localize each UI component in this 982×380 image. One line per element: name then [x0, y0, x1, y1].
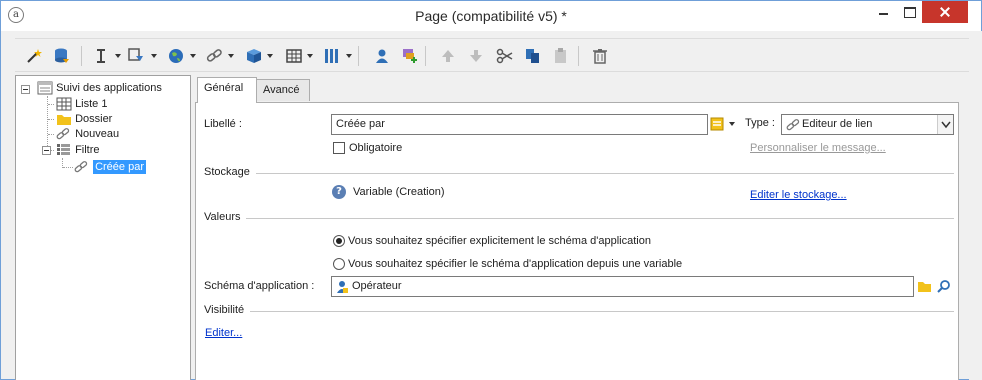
tree-item-label: Liste 1: [75, 98, 108, 110]
schema-value: Opérateur: [352, 280, 402, 292]
obligatoire-label: Obligatoire: [349, 142, 403, 154]
title-bar: a Page (compatibilité v5) *: [1, 1, 981, 31]
tree-item-label: Nouveau: [75, 128, 120, 140]
folder-icon: [57, 115, 71, 125]
chevron-down-icon[interactable]: [937, 115, 953, 134]
chevron-down-icon[interactable]: [307, 54, 313, 58]
minimize-button[interactable]: [870, 1, 896, 23]
help-icon: ?: [332, 185, 346, 199]
editer-link[interactable]: Editer...: [205, 327, 242, 339]
chevron-down-icon[interactable]: [228, 54, 234, 58]
radio-explicit-label: Vous souhaitez spécifier explicitement l…: [348, 235, 651, 247]
tree-item-root[interactable]: Suivi des applications: [37, 81, 162, 95]
box-icon[interactable]: [245, 47, 263, 65]
filter-list-icon: [57, 144, 70, 155]
add-image-icon[interactable]: [401, 47, 419, 65]
radio-variable-label: Vous souhaitez spécifier le schéma d'app…: [348, 258, 683, 270]
valeurs-section: Valeurs: [204, 211, 954, 223]
tree-item-label: Créée par: [93, 160, 146, 174]
insert-text-icon[interactable]: [93, 47, 111, 65]
visibilite-section: Visibilité: [204, 304, 954, 316]
section-title: Visibilité: [204, 304, 245, 316]
folder-icon[interactable]: [917, 280, 931, 292]
type-select[interactable]: Editeur de lien: [781, 114, 954, 135]
schema-label: Schéma d'application :: [204, 280, 315, 292]
link-icon: [56, 128, 70, 140]
tree-item-label: Filtre: [75, 144, 100, 156]
chevron-down-icon[interactable]: [346, 54, 352, 58]
grid-icon: [56, 97, 72, 111]
text-format-icon[interactable]: [710, 117, 724, 131]
obligatoire-checkbox[interactable]: [333, 142, 345, 154]
globe-icon[interactable]: [167, 47, 185, 65]
toolbar: [15, 38, 969, 72]
database-icon[interactable]: [53, 47, 71, 65]
chevron-down-icon[interactable]: [115, 54, 121, 58]
columns-icon[interactable]: [323, 47, 341, 65]
form-icon: [37, 81, 53, 95]
section-title: Stockage: [204, 166, 250, 178]
tab-avance[interactable]: Avancé: [256, 79, 310, 101]
stockage-value: Variable (Creation): [353, 186, 445, 198]
tree-item-filtre[interactable]: Filtre: [56, 143, 100, 157]
chevron-down-icon[interactable]: [190, 54, 196, 58]
application-window: a Page (compatibilité v5) * Suivi des ap…: [0, 0, 982, 380]
wizard-icon[interactable]: [25, 47, 43, 65]
user-icon[interactable]: [373, 47, 391, 65]
tab-general[interactable]: Général: [197, 77, 257, 103]
copy-icon[interactable]: [524, 47, 542, 65]
libelle-label: Libellé :: [204, 118, 242, 130]
link-icon: [786, 119, 800, 131]
link-icon: [74, 161, 88, 173]
tree-item-label: Suivi des applications: [56, 82, 162, 94]
tree-view[interactable]: Suivi des applications Liste 1 Dossier N…: [15, 75, 191, 380]
collapse-toggle[interactable]: [42, 146, 51, 155]
tree-item-selected[interactable]: Créée par: [74, 160, 146, 174]
move-up-icon[interactable]: [439, 47, 457, 65]
move-down-icon[interactable]: [467, 47, 485, 65]
editer-stockage-link[interactable]: Editer le stockage...: [750, 189, 847, 201]
maximize-button[interactable]: [896, 1, 922, 23]
table-icon[interactable]: [285, 47, 303, 65]
section-title: Valeurs: [204, 211, 241, 223]
window-title: Page (compatibilité v5) *: [415, 8, 567, 24]
stockage-section: Stockage: [204, 166, 954, 178]
radio-variable[interactable]: [333, 258, 345, 270]
radio-explicit[interactable]: [333, 235, 345, 247]
chevron-down-icon[interactable]: [151, 54, 157, 58]
libelle-input[interactable]: Créée par: [331, 114, 708, 135]
insert-field-icon[interactable]: [127, 47, 145, 65]
type-select-value: Editeur de lien: [802, 118, 873, 130]
chevron-down-icon[interactable]: [729, 122, 735, 126]
personnaliser-link[interactable]: Personnaliser le message...: [750, 142, 886, 154]
tree-item-nouveau[interactable]: Nouveau: [56, 127, 119, 141]
chevron-down-icon[interactable]: [267, 54, 273, 58]
cut-icon[interactable]: [496, 47, 514, 65]
operator-icon: [337, 281, 348, 293]
paste-icon[interactable]: [552, 47, 570, 65]
schema-input[interactable]: Opérateur: [331, 276, 914, 297]
delete-icon[interactable]: [591, 47, 609, 65]
right-edge: [969, 31, 982, 380]
tree-item-dossier[interactable]: Dossier: [56, 112, 112, 126]
close-button[interactable]: [922, 1, 968, 23]
tree-item-liste[interactable]: Liste 1: [56, 97, 107, 111]
collapse-toggle[interactable]: [21, 85, 30, 94]
search-icon[interactable]: [937, 279, 951, 293]
type-label: Type :: [745, 117, 775, 129]
link-icon[interactable]: [205, 47, 223, 65]
tree-item-label: Dossier: [75, 113, 113, 125]
